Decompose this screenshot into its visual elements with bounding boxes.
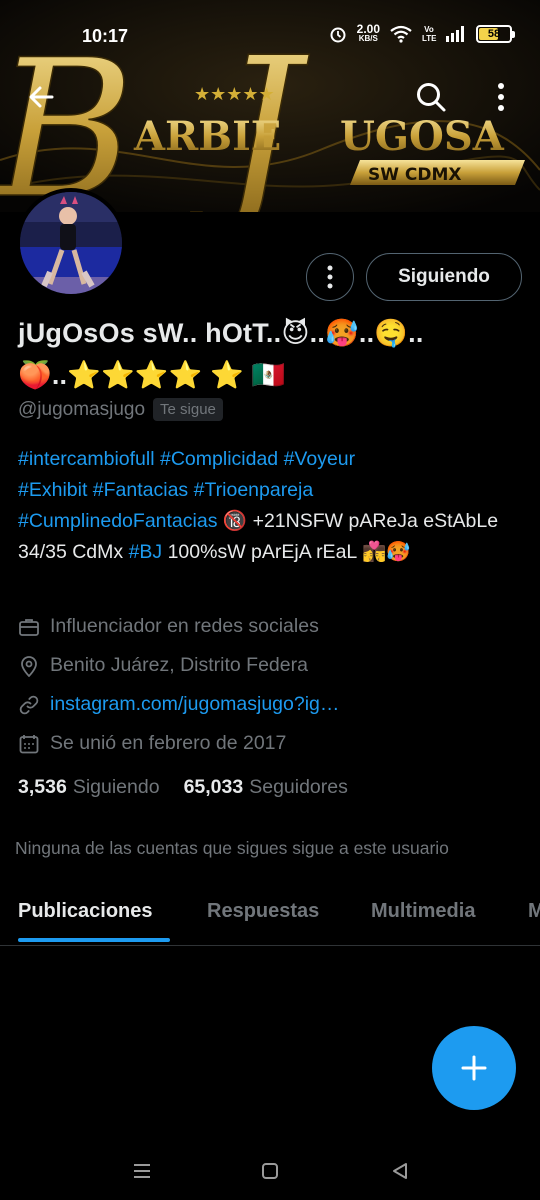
hashtag-link[interactable]: #Trioenpareja bbox=[194, 479, 314, 501]
calendar-icon bbox=[18, 733, 40, 755]
signal-icon bbox=[446, 26, 464, 42]
tab-more-cutoff[interactable]: M bbox=[528, 900, 540, 923]
active-tab-indicator bbox=[18, 938, 170, 942]
follows-you-badge: Te sigue bbox=[153, 398, 223, 421]
hashtag-link[interactable]: #intercambiofull bbox=[18, 448, 155, 470]
bio-text: 100%sW pArEjA rEaL 👩‍❤️‍💋‍👨🥵 bbox=[162, 541, 411, 563]
hashtag-link[interactable]: #Voyeur bbox=[284, 448, 356, 470]
banner-subtitle: SW CDMX bbox=[368, 165, 462, 185]
hashtag-link[interactable]: #Fantacias bbox=[93, 479, 188, 501]
tab-respuestas[interactable]: Respuestas bbox=[207, 900, 319, 923]
following-button[interactable]: Siguiendo bbox=[366, 253, 522, 301]
hashtag-link[interactable]: #Complicidad bbox=[160, 448, 278, 470]
link-icon bbox=[18, 694, 40, 716]
battery-indicator: 58 bbox=[476, 25, 515, 43]
profile-more-button[interactable] bbox=[306, 253, 354, 301]
profile-website[interactable]: instagram.com/jugomasjugo?ig… bbox=[18, 693, 339, 716]
menu-icon bbox=[134, 1164, 150, 1178]
volte-label: Vo LTE bbox=[422, 25, 437, 43]
website-link[interactable]: instagram.com/jugomasjugo?ig… bbox=[50, 693, 339, 716]
search-icon bbox=[417, 83, 446, 112]
hashtag-link[interactable]: #BJ bbox=[129, 541, 163, 563]
search-button[interactable] bbox=[406, 72, 456, 122]
avatar-image bbox=[20, 192, 122, 294]
recents-button[interactable] bbox=[127, 1156, 157, 1186]
more-vertical-icon bbox=[498, 83, 504, 111]
triangle-back-icon bbox=[393, 1163, 407, 1179]
profile-bio: #intercambiofull #Complicidad #Voyeur #E… bbox=[18, 444, 523, 568]
avatar[interactable] bbox=[16, 188, 126, 298]
handle-row: @jugomasjugo Te sigue bbox=[18, 398, 223, 421]
status-bar: 10:17 2.00 KB/S Vo LTE 58 bbox=[0, 0, 540, 72]
status-icons: 2.00 KB/S Vo LTE 58 bbox=[329, 22, 515, 44]
square-icon bbox=[262, 1163, 278, 1179]
banner-stars: ★★★★★ bbox=[194, 84, 275, 105]
follow-counts: 3,536 Siguiendo 65,033 Seguidores bbox=[18, 776, 348, 799]
more-options-button[interactable] bbox=[476, 72, 526, 122]
display-name: jUgOsOs sW.. hOtT..😈..🥵..🤤..🍑..⭐⭐⭐⭐ ⭐ 🇲🇽 bbox=[18, 318, 424, 390]
status-time: 10:17 bbox=[82, 26, 129, 46]
location-pin-icon bbox=[18, 655, 40, 677]
network-speed: 2.00 KB/S bbox=[356, 22, 380, 43]
wifi-icon bbox=[390, 25, 412, 43]
profile-tabs: Publicaciones Respuestas Multimedia M bbox=[0, 880, 540, 946]
followers-count-link[interactable]: 65,033 Seguidores bbox=[184, 776, 348, 799]
briefcase-icon bbox=[18, 616, 40, 638]
plus-icon bbox=[461, 1055, 487, 1081]
back-button[interactable] bbox=[16, 72, 66, 122]
no-common-followers-text: Ninguna de las cuentas que sigues sigue … bbox=[15, 838, 449, 858]
profile-location: Benito Juárez, Distrito Federa bbox=[18, 654, 308, 677]
tab-publicaciones[interactable]: Publicaciones bbox=[18, 900, 153, 923]
following-count-link[interactable]: 3,536 Siguiendo bbox=[18, 776, 160, 799]
compose-button[interactable] bbox=[432, 1026, 516, 1110]
user-handle: @jugomasjugo bbox=[18, 398, 146, 420]
tab-multimedia[interactable]: Multimedia bbox=[371, 900, 475, 923]
profile-joined: Se unió en febrero de 2017 bbox=[18, 732, 286, 755]
banner-title-left: ARBIE bbox=[133, 113, 281, 160]
more-vertical-icon bbox=[327, 265, 333, 289]
system-back-button[interactable] bbox=[385, 1156, 415, 1186]
system-navigation-bar bbox=[0, 1140, 540, 1200]
arrow-left-icon bbox=[29, 86, 54, 108]
home-button[interactable] bbox=[255, 1156, 285, 1186]
hashtag-link[interactable]: #CumplinedoFantacias bbox=[18, 510, 217, 532]
alarm-icon bbox=[330, 27, 346, 43]
hashtag-link[interactable]: #Exhibit bbox=[18, 479, 87, 501]
profile-category: Influenciador en redes sociales bbox=[18, 615, 319, 638]
